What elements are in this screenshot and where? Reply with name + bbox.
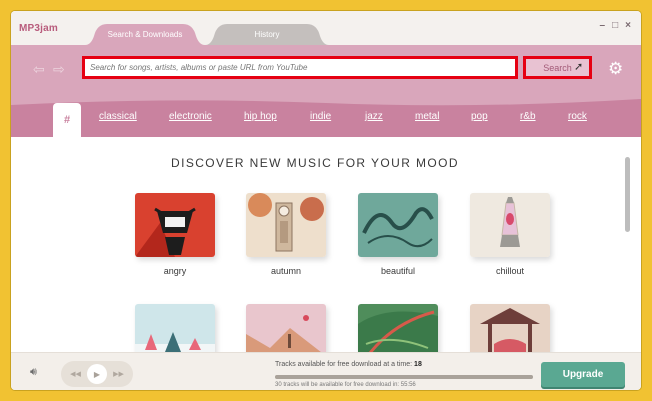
window-controls: – □ × <box>600 20 631 31</box>
mood-winter-art <box>135 304 215 352</box>
genre-tab-rock[interactable]: rock <box>568 111 587 122</box>
mood-chillout-art <box>470 193 550 257</box>
mood-tile-chillout[interactable] <box>470 193 550 257</box>
gear-icon[interactable]: ⚙ <box>608 59 623 79</box>
speaker-icon[interactable]: 🔊︎ <box>30 366 37 379</box>
search-bar-area: ⇦ ⇨ Search ➚ ⚙ <box>11 45 641 97</box>
mood-relax-art <box>470 304 550 352</box>
genre-tab-rnb[interactable]: r&b <box>520 111 536 122</box>
genre-bar-wave <box>11 95 641 106</box>
arrow-right-icon[interactable]: ⇨ <box>53 61 65 78</box>
close-icon[interactable]: × <box>625 20 631 31</box>
mood-tile-relax[interactable] <box>470 304 550 352</box>
tab-search-label: Search & Downloads <box>107 30 183 39</box>
playback-controls: ◀◀ ▶ ▶▶ <box>61 361 133 387</box>
maximize-icon[interactable]: □ <box>612 20 618 31</box>
tab-history-label: History <box>254 30 280 39</box>
mood-tile-winter[interactable] <box>135 304 215 352</box>
mood-tile-dreamy[interactable] <box>246 304 326 352</box>
tracks-available-count: 18 <box>414 361 422 368</box>
skip-forward-icon[interactable]: ▶▶ <box>113 370 124 378</box>
play-icon[interactable]: ▶ <box>86 364 107 384</box>
genre-tab-metal[interactable]: metal <box>415 111 439 122</box>
genre-tab-indie[interactable]: indie <box>310 111 331 122</box>
download-timer-text: 30 tracks will be available for free dow… <box>275 382 416 388</box>
mood-tile-nature[interactable] <box>358 304 438 352</box>
tab-history[interactable]: History <box>205 24 329 45</box>
discover-panel: DISCOVER NEW MUSIC FOR YOUR MOOD angry a… <box>11 137 641 352</box>
mood-label-autumn: autumn <box>270 266 302 276</box>
genre-bar: # classical electronic hip hop indie jaz… <box>11 95 641 137</box>
content-scrollbar[interactable] <box>625 157 630 232</box>
download-quota-bar <box>275 375 533 379</box>
genre-tab-pop[interactable]: pop <box>471 111 488 122</box>
mood-tile-beautiful[interactable] <box>358 193 438 257</box>
download-quota-fill <box>275 375 533 379</box>
mood-tile-angry[interactable] <box>135 193 215 257</box>
app-window: MP3jam Search & Downloads History – □ × … <box>11 11 641 390</box>
mood-label-angry: angry <box>163 266 187 276</box>
mood-tile-autumn[interactable] <box>246 193 326 257</box>
tracks-available-label: Tracks available for free download at a … <box>275 361 413 368</box>
discover-heading: DISCOVER NEW MUSIC FOR YOUR MOOD <box>171 156 459 170</box>
mood-label-chillout: chillout <box>495 266 524 276</box>
genre-tab-hip-hop[interactable]: hip hop <box>244 111 277 122</box>
title-bar: MP3jam Search & Downloads History – □ × <box>11 11 641 45</box>
app-logo: MP3jam <box>19 23 58 34</box>
minimize-icon[interactable]: – <box>600 20 606 31</box>
genre-tab-jazz[interactable]: jazz <box>365 111 383 122</box>
mood-beautiful-art <box>358 193 438 257</box>
search-input[interactable] <box>82 56 518 79</box>
genre-tab-classical[interactable]: classical <box>99 111 137 122</box>
mood-label-beautiful: beautiful <box>380 266 416 276</box>
mood-nature-art <box>358 304 438 352</box>
genre-tab-electronic[interactable]: electronic <box>169 111 212 122</box>
mood-angry-art <box>135 193 215 257</box>
genre-tab-all[interactable]: # <box>53 103 81 137</box>
mouse-cursor-icon: ➚ <box>574 61 584 73</box>
arrow-left-icon[interactable]: ⇦ <box>33 61 45 78</box>
skip-back-icon[interactable]: ◀◀ <box>70 370 81 378</box>
mood-autumn-art <box>246 193 326 257</box>
player-bar: 🔊︎ ◀◀ ▶ ▶▶ Tracks available for free dow… <box>11 352 641 390</box>
mood-dreamy-art <box>246 304 326 352</box>
tab-search-downloads[interactable]: Search & Downloads <box>85 24 205 45</box>
tracks-available-text: Tracks available for free download at a … <box>275 361 422 368</box>
upgrade-button[interactable]: Upgrade <box>541 362 625 387</box>
